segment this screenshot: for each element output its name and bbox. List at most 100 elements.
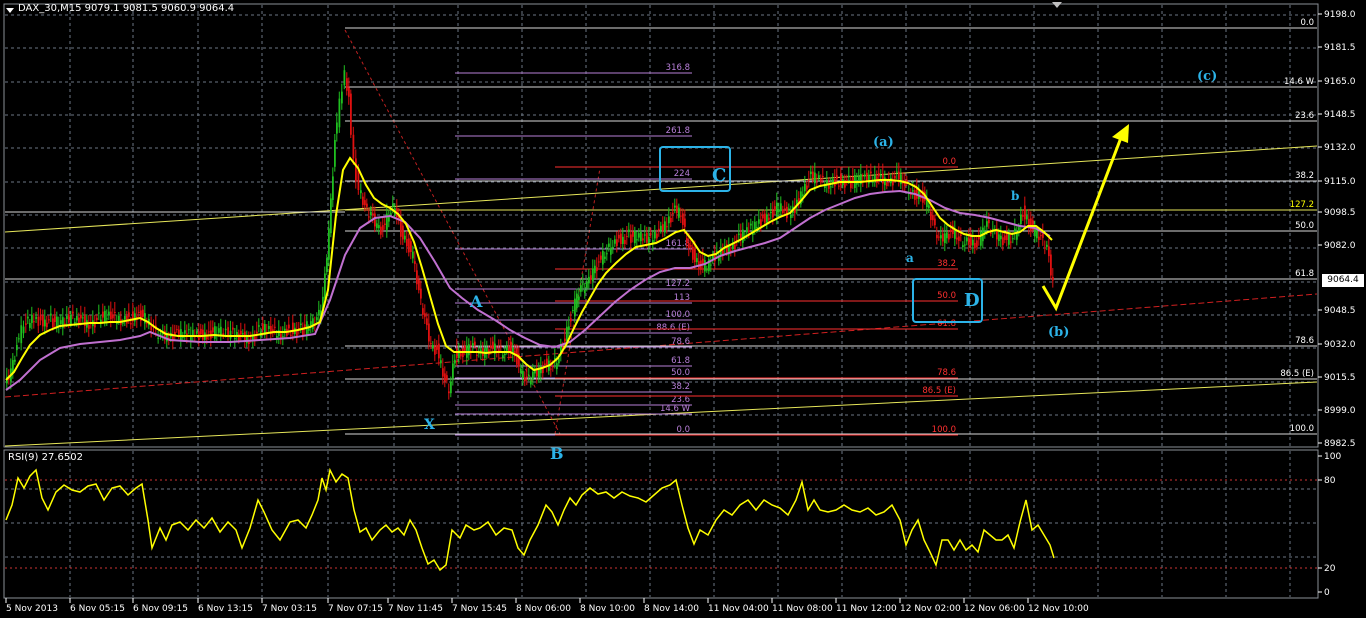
candle-body (376, 223, 378, 229)
candle-body (334, 140, 336, 167)
candle-body (964, 244, 966, 246)
candle-body (620, 233, 622, 244)
fib-extension-label: 316.8 (666, 63, 690, 73)
candle-body (988, 219, 990, 224)
price-tick-label: 9181.5 (1324, 43, 1356, 53)
candle-body (804, 183, 806, 192)
candle-body (44, 319, 46, 327)
candle-body (740, 233, 742, 238)
candle-body (410, 241, 412, 252)
wave-label-c-paren: (c) (1197, 69, 1217, 84)
chart-shift-icon[interactable] (1052, 2, 1062, 8)
candle-body (404, 235, 406, 240)
candle-body (368, 216, 370, 218)
candle-body (224, 328, 227, 331)
candle-body (754, 221, 756, 230)
candle-body (229, 330, 232, 339)
fib-red-label: 86.5 (E) (922, 386, 956, 396)
fib-extension-label: 78.6 (671, 337, 690, 347)
candle-body (406, 238, 408, 247)
candle-body (604, 256, 606, 259)
candle-body (552, 366, 554, 368)
candle-body (456, 348, 458, 359)
candle-body (370, 211, 372, 215)
candle-body (1020, 214, 1022, 224)
candle-body (500, 346, 502, 348)
candle-body (1012, 238, 1014, 240)
candle-body (932, 215, 934, 221)
candle-body (806, 185, 808, 190)
candle-body (934, 218, 936, 226)
rsi-panel-frame (3, 449, 1319, 599)
candle-body (312, 318, 314, 330)
candle-body (200, 328, 202, 335)
candle-body (326, 258, 328, 272)
candle-body (786, 206, 788, 219)
candle-body (936, 234, 938, 239)
candle-body (128, 312, 130, 317)
candle-body (460, 353, 462, 357)
candle-body (818, 175, 820, 178)
candle-body (776, 202, 778, 217)
candle-body (972, 239, 974, 246)
candle-body (476, 354, 478, 356)
fib-level-label: 100.0 (1290, 424, 1314, 434)
candle-body (1014, 228, 1016, 232)
time-tick-label: 8 Nov 06:00 (516, 604, 571, 614)
candle-body (632, 231, 634, 237)
candle-body (418, 279, 420, 291)
candle-body (16, 345, 18, 351)
candle-body (442, 368, 444, 377)
candle-body (666, 226, 668, 228)
candle-body (434, 346, 436, 355)
candle-body (580, 285, 582, 292)
candle-body (290, 334, 292, 336)
candle-body (614, 239, 616, 244)
slow-moving-average-line (5, 189, 1051, 391)
price-tick-label: 9082.0 (1324, 241, 1356, 251)
time-tick-label: 7 Nov 15:45 (452, 604, 507, 614)
candle-body (234, 338, 236, 340)
time-tick-label: 6 Nov 09:15 (133, 604, 188, 614)
candle-body (612, 246, 614, 249)
candle-body (104, 310, 106, 323)
candle-body (946, 232, 948, 239)
candle-body (678, 207, 680, 218)
candle-body (628, 229, 630, 232)
candle-body (664, 221, 666, 233)
candle-body (756, 226, 758, 229)
candle-body (550, 368, 552, 370)
chart-menu-icon[interactable] (6, 8, 14, 13)
chart-canvas[interactable]: 0.0 14.6 W 23.6 38.2 127.2 50.0 61.8 78.6 86.5 (… (0, 0, 1366, 618)
wave-label-a-paren: (a) (873, 135, 894, 150)
candle-body (944, 233, 946, 244)
candle-body (142, 309, 144, 317)
candle-body (894, 175, 896, 179)
candle-body (600, 255, 602, 260)
candle-body (780, 203, 782, 212)
candle-body (308, 328, 310, 331)
symbol-header: DAX_30,M15 9079.1 9081.5 9060.9 9064.4 (18, 3, 235, 14)
candle-body (208, 331, 210, 333)
candle-body (568, 326, 570, 330)
candle-body (608, 243, 610, 247)
candle-body (378, 225, 380, 229)
wave-label-c: C (712, 165, 726, 186)
candle-body (106, 318, 108, 320)
candle-body (42, 315, 44, 327)
candle-body (684, 218, 686, 227)
fib-level-label: 38.2 (1295, 171, 1314, 181)
candle-body (844, 182, 846, 188)
candle-body (1000, 235, 1002, 240)
candle-body (218, 328, 220, 333)
candle-body (31, 314, 33, 323)
fib-extension-label: 61.8 (671, 356, 690, 366)
candle-body (316, 317, 318, 321)
candle-body (382, 225, 384, 230)
candle-body (942, 233, 944, 242)
candle-body (268, 326, 270, 329)
candle-body (450, 381, 452, 394)
candle-body (912, 190, 914, 192)
time-tick-label: 12 Nov 10:00 (1028, 604, 1089, 614)
candle-body (348, 87, 350, 97)
